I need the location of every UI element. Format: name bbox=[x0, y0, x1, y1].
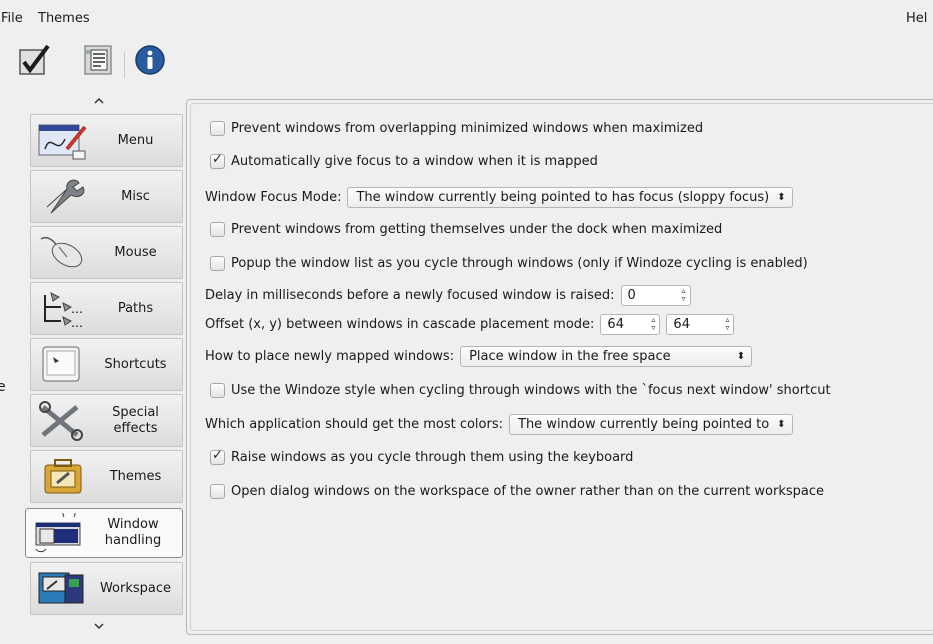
check-icon: ✓ bbox=[212, 151, 223, 167]
option-label: Prevent windows from getting themselves … bbox=[231, 221, 723, 237]
sidebar-item-special-effects[interactable]: Special effects bbox=[30, 394, 183, 447]
option-most-colors: Which application should get the most co… bbox=[205, 413, 793, 435]
sidebar-item-label: Workspace bbox=[99, 580, 172, 596]
sidebar-item-misc[interactable]: Misc bbox=[30, 170, 183, 223]
dialog-owner-workspace-checkbox[interactable] bbox=[210, 483, 225, 499]
spin-arrows-icon[interactable]: ▵ ▿ bbox=[682, 286, 686, 303]
option-prevent-overlap: Prevent windows from overlapping minimiz… bbox=[205, 117, 703, 139]
option-label: Prevent windows from overlapping minimiz… bbox=[231, 120, 704, 136]
info-icon[interactable] bbox=[134, 44, 166, 76]
updown-arrow-icon: ⬍ bbox=[777, 191, 786, 203]
menu-help[interactable]: Hel bbox=[906, 11, 927, 26]
option-label: Window Focus Mode: bbox=[205, 189, 342, 205]
sidebar-item-label: Menu bbox=[117, 132, 154, 148]
mouse-icon bbox=[37, 233, 89, 273]
chevron-down-icon bbox=[94, 623, 104, 630]
sidebar-item-window-handling[interactable]: Window handling bbox=[25, 507, 183, 558]
menubar: File Themes Hel bbox=[0, 0, 933, 30]
sidebar-item-paths[interactable]: … … Paths bbox=[30, 282, 183, 335]
option-label: Use the Windoze style when cycling throu… bbox=[231, 382, 831, 398]
auto-focus-checkbox[interactable]: ✓ bbox=[210, 151, 225, 169]
toolbar-separator bbox=[124, 52, 125, 78]
spin-arrows-icon[interactable]: ▵ ▿ bbox=[651, 315, 655, 332]
option-dialog-owner-workspace: Open dialog windows on the workspace of … bbox=[205, 480, 824, 502]
spin-value: 64 bbox=[673, 316, 690, 332]
menu-file[interactable]: File bbox=[1, 11, 23, 26]
option-label: Popup the window list as you cycle throu… bbox=[231, 255, 808, 271]
select-value: Place window in the free space bbox=[469, 348, 671, 364]
option-prevent-under-dock: Prevent windows from getting themselves … bbox=[205, 218, 722, 240]
sidebar-item-themes[interactable]: Themes bbox=[30, 450, 183, 503]
sidebar-item-label: Window handling bbox=[104, 517, 162, 548]
chevron-up-icon bbox=[94, 97, 104, 104]
window-handling-icon bbox=[34, 507, 86, 553]
spin-value: 64 bbox=[607, 316, 624, 332]
cascade-y-spinbox[interactable]: 64 ▵ ▿ bbox=[666, 313, 735, 335]
themes-case-icon bbox=[37, 457, 89, 497]
option-label: Delay in milliseconds before a newly foc… bbox=[205, 287, 615, 303]
option-focus-mode: Window Focus Mode: The window currently … bbox=[205, 186, 793, 208]
option-label: How to place newly mapped windows: bbox=[205, 348, 455, 364]
tools-icon bbox=[37, 401, 89, 441]
svg-text:…: … bbox=[71, 302, 83, 316]
keyboard-key-icon bbox=[37, 345, 89, 385]
sidebar-scroll-up[interactable] bbox=[92, 97, 106, 107]
sidebar-item-label: Special effects bbox=[112, 404, 159, 436]
checkmark-icon[interactable] bbox=[18, 44, 50, 76]
document-icon[interactable] bbox=[82, 44, 114, 76]
option-cascade-offset: Offset (x, y) between windows in cascade… bbox=[205, 313, 735, 335]
option-label: Open dialog windows on the workspace of … bbox=[231, 483, 825, 499]
check-icon: ✓ bbox=[212, 447, 223, 463]
updown-arrow-icon: ⬍ bbox=[736, 350, 746, 362]
option-popup-window-list: Popup the window list as you cycle throu… bbox=[205, 252, 808, 274]
raise-delay-spinbox[interactable]: 0 ▵ ▿ bbox=[620, 284, 691, 306]
sidebar-item-menu[interactable]: Menu bbox=[30, 114, 183, 167]
sidebar-item-label: Mouse bbox=[114, 244, 157, 260]
svg-text:…: … bbox=[71, 316, 83, 329]
sidebar-item-mouse[interactable]: Mouse bbox=[30, 226, 183, 279]
spin-value: 0 bbox=[627, 287, 636, 303]
sidebar-item-label: Misc bbox=[121, 188, 150, 204]
option-raise-delay: Delay in milliseconds before a newly foc… bbox=[205, 284, 691, 306]
option-windoze-style: Use the Windoze style when cycling throu… bbox=[205, 379, 831, 401]
sidebar-item-label: Paths bbox=[117, 300, 154, 316]
sidebar-scroll-down[interactable] bbox=[92, 622, 106, 632]
prevent-overlap-checkbox[interactable] bbox=[210, 120, 225, 136]
sidebar-item-workspace[interactable]: Workspace bbox=[30, 562, 183, 615]
focus-mode-select[interactable]: The window currently being pointed to ha… bbox=[347, 186, 793, 208]
sidebar-item-label: Themes bbox=[109, 468, 162, 484]
settings-panel-inner bbox=[190, 103, 933, 631]
sidebar-item-shortcuts[interactable]: Shortcuts bbox=[30, 338, 183, 391]
cascade-x-spinbox[interactable]: 64 ▵ ▿ bbox=[600, 313, 661, 335]
placement-select[interactable]: Place window in the free space ⬍ bbox=[460, 345, 753, 367]
option-auto-focus: ✓ Automatically give focus to a window w… bbox=[205, 150, 598, 172]
option-label: Raise windows as you cycle through them … bbox=[231, 449, 634, 465]
option-placement: How to place newly mapped windows: Place… bbox=[205, 345, 753, 367]
popup-window-list-checkbox[interactable] bbox=[210, 255, 225, 271]
menu-editor-icon bbox=[37, 121, 89, 161]
wrench-icon bbox=[37, 177, 89, 217]
workspace-icon bbox=[37, 569, 89, 609]
updown-arrow-icon: ⬍ bbox=[777, 418, 786, 430]
option-label: Offset (x, y) between windows in cascade… bbox=[205, 316, 595, 332]
sidebar-item-label: Shortcuts bbox=[104, 356, 167, 372]
raise-cycling-checkbox[interactable]: ✓ bbox=[210, 447, 225, 465]
option-raise-cycling: ✓ Raise windows as you cycle through the… bbox=[205, 446, 633, 468]
prevent-under-dock-checkbox[interactable] bbox=[210, 221, 225, 237]
clipped-text: e bbox=[0, 381, 6, 395]
option-label: Which application should get the most co… bbox=[205, 416, 503, 432]
most-colors-select[interactable]: The window currently being pointed to ⬍ bbox=[509, 413, 793, 435]
option-label: Automatically give focus to a window whe… bbox=[231, 153, 598, 169]
spin-arrows-icon[interactable]: ▵ ▿ bbox=[725, 315, 729, 332]
menu-themes[interactable]: Themes bbox=[38, 11, 90, 26]
select-value: The window currently being pointed to bbox=[518, 416, 770, 432]
paths-icon: … … bbox=[37, 289, 89, 330]
windoze-style-checkbox[interactable] bbox=[210, 382, 225, 398]
select-value: The window currently being pointed to ha… bbox=[356, 189, 770, 205]
